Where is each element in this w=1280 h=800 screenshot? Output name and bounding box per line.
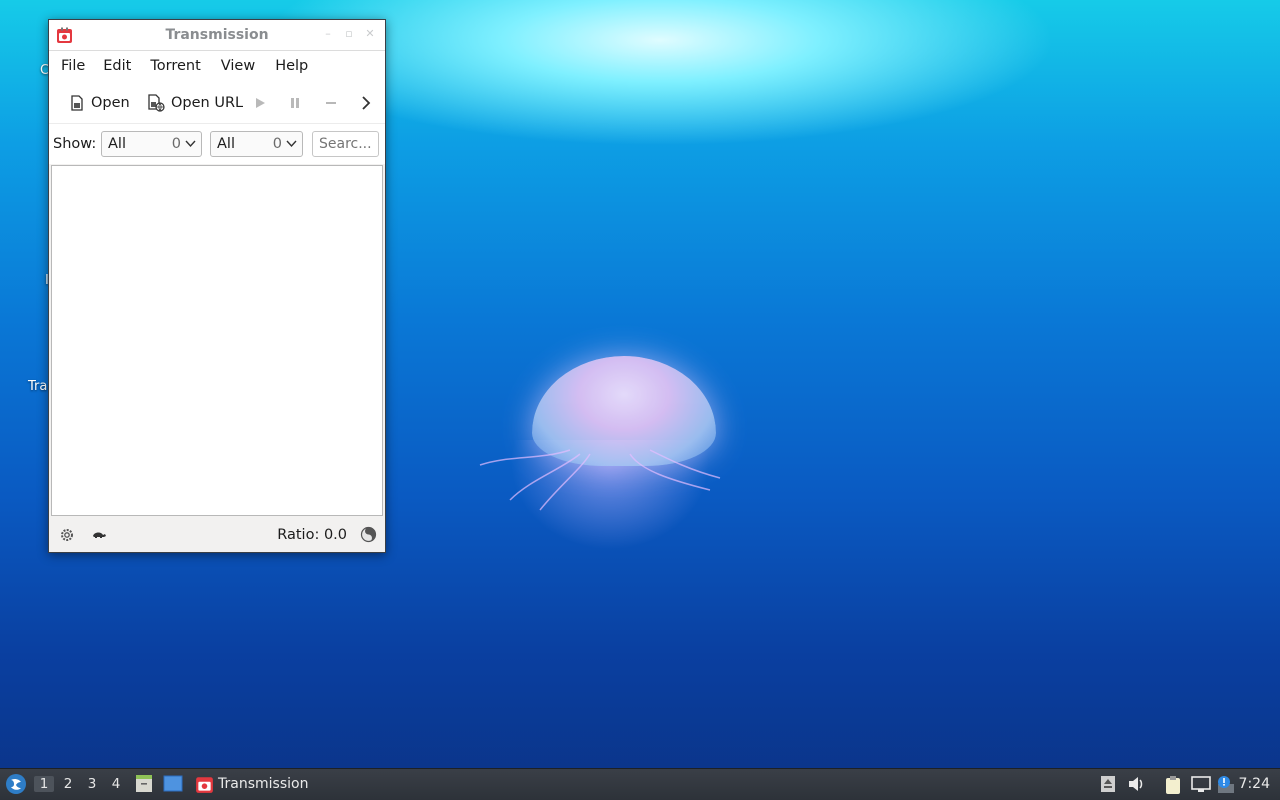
menu-edit[interactable]: Edit <box>93 58 139 74</box>
close-button[interactable]: ✕ <box>363 27 377 41</box>
activity-filter-dropdown[interactable]: All 0 <box>101 131 202 157</box>
show-label: Show: <box>53 136 97 152</box>
pause-torrent-button[interactable] <box>288 92 302 114</box>
turtle-icon[interactable] <box>91 528 107 540</box>
desktop-icon-label[interactable]: Tra <box>28 379 47 394</box>
ratio-label[interactable]: Ratio: 0.0 <box>277 527 347 543</box>
workspace-3[interactable]: 3 <box>82 776 102 792</box>
open-file-icon <box>71 95 83 111</box>
menu-torrent[interactable]: Torrent <box>139 58 208 74</box>
workspace-1[interactable]: 1 <box>34 776 54 792</box>
transmission-task-icon <box>196 777 213 793</box>
gear-icon[interactable] <box>59 527 75 543</box>
menu-file[interactable]: File <box>53 58 93 74</box>
ratio-icon[interactable] <box>360 526 377 543</box>
open-label: Open <box>91 95 130 111</box>
tracker-filter-value: All <box>217 136 235 152</box>
chevron-down-icon <box>286 140 297 148</box>
volume-icon[interactable] <box>1127 775 1145 793</box>
taskbar: 1 2 3 4 Transmission 7:24 <box>0 768 1280 800</box>
maximize-button[interactable]: ▫ <box>342 27 356 41</box>
activity-filter-value: All <box>108 136 126 152</box>
start-torrent-button[interactable] <box>253 92 267 114</box>
menu-help[interactable]: Help <box>263 58 316 74</box>
start-menu-icon[interactable] <box>5 773 27 795</box>
filter-bar: Show: All 0 All 0 <box>49 123 385 164</box>
transmission-window: Transmission – ▫ ✕ File Edit Torrent Vie… <box>48 19 386 553</box>
open-url-button[interactable]: Open URL <box>147 92 243 114</box>
wallpaper-jellyfish <box>470 350 740 550</box>
minimize-button[interactable]: – <box>321 27 335 41</box>
open-url-label: Open URL <box>171 95 244 111</box>
file-manager-icon[interactable] <box>135 774 153 793</box>
updates-icon[interactable] <box>1100 775 1116 793</box>
clock[interactable]: 7:24 <box>1239 776 1270 792</box>
workspace-4[interactable]: 4 <box>106 776 126 792</box>
tracker-filter-dropdown[interactable]: All 0 <box>210 131 303 157</box>
minus-icon <box>326 102 336 104</box>
chevron-down-icon <box>185 140 196 148</box>
statusbar: Ratio: 0.0 <box>49 516 385 552</box>
menubar: File Edit Torrent View Help <box>49 51 385 81</box>
toolbar: Open Open URL <box>49 81 385 123</box>
menu-view[interactable]: View <box>209 58 263 74</box>
notification-icon[interactable] <box>1216 775 1236 795</box>
tracker-filter-count: 0 <box>272 136 282 152</box>
open-button[interactable]: Open <box>69 92 130 114</box>
network-icon[interactable] <box>1191 775 1211 793</box>
activity-filter-count: 0 <box>171 136 181 152</box>
task-label: Transmission <box>218 776 309 792</box>
torrent-list[interactable] <box>51 165 383 516</box>
chevron-right-icon <box>362 96 371 110</box>
show-desktop-icon[interactable] <box>163 775 183 792</box>
pause-icon <box>291 98 299 108</box>
toolbar-overflow-button[interactable] <box>359 92 373 114</box>
window-titlebar[interactable]: Transmission – ▫ ✕ <box>49 20 385 51</box>
search-input[interactable] <box>312 131 379 157</box>
remove-torrent-button[interactable] <box>324 92 338 114</box>
play-icon <box>256 98 265 108</box>
open-url-icon <box>148 94 165 112</box>
workspace-2[interactable]: 2 <box>58 776 78 792</box>
clipboard-icon[interactable] <box>1164 775 1182 795</box>
